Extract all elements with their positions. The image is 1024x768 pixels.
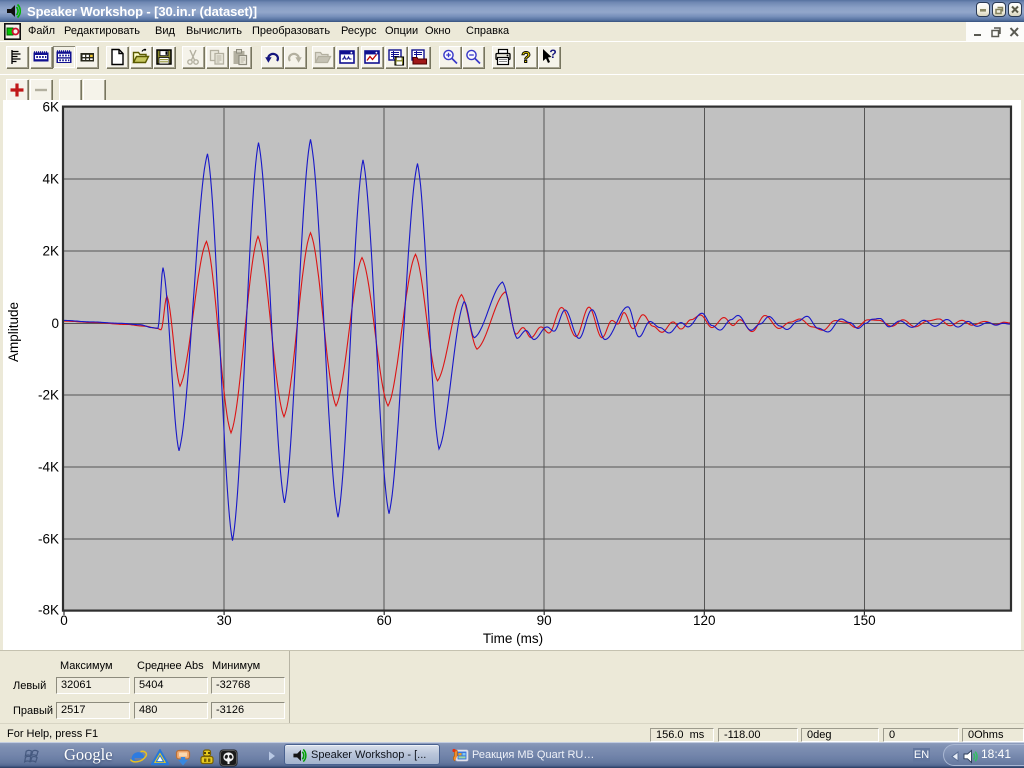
svg-text:30: 30: [217, 613, 232, 628]
svg-text:-4K: -4K: [38, 460, 59, 475]
svg-text:?: ?: [549, 48, 556, 61]
svg-text:-2K: -2K: [38, 388, 59, 403]
svg-text:Amplitude: Amplitude: [6, 302, 21, 362]
svg-text:0: 0: [60, 613, 68, 628]
svg-text:Time (ms): Time (ms): [483, 631, 543, 646]
svg-text:-6K: -6K: [38, 531, 59, 546]
svg-text:-8K: -8K: [38, 603, 59, 618]
svg-text:90: 90: [537, 613, 552, 628]
svg-text:4K: 4K: [42, 172, 59, 187]
svg-text:6K: 6K: [42, 100, 59, 115]
svg-text:120: 120: [693, 613, 716, 628]
svg-text:2K: 2K: [42, 244, 59, 259]
svg-text:?: ?: [521, 50, 531, 67]
svg-text:150: 150: [853, 613, 876, 628]
svg-text:60: 60: [377, 613, 392, 628]
svg-text:0: 0: [51, 316, 59, 331]
